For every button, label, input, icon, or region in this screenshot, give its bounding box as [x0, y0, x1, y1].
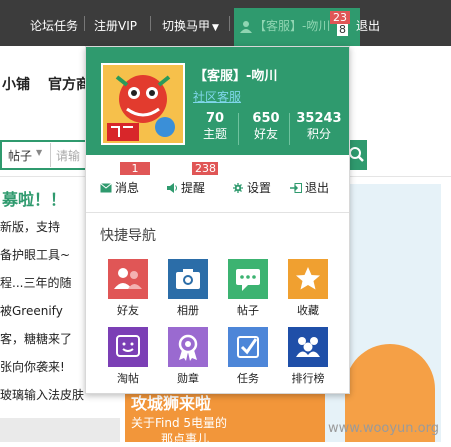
divider	[238, 113, 239, 145]
gear-icon	[233, 183, 243, 193]
tile-label: 排行榜	[291, 372, 325, 385]
stat-friends[interactable]: 650 好友	[241, 111, 291, 142]
search-input[interactable]: 请输	[56, 147, 80, 164]
banner-subtitle: 关于Find 5电量的	[131, 416, 228, 430]
speaker-icon	[167, 183, 177, 193]
tile-label: 勋章	[177, 372, 199, 385]
post-line[interactable]: 新版，支持	[0, 218, 60, 235]
logout-action[interactable]: 退出	[290, 179, 329, 196]
tile-label: 相册	[177, 304, 199, 317]
envelope-icon	[100, 183, 112, 193]
messages-action[interactable]: 消息	[100, 179, 139, 196]
footer-strip	[0, 418, 120, 442]
register-vip-link[interactable]: 注册VIP	[94, 17, 137, 34]
divider	[50, 143, 51, 167]
tasks-tile[interactable]	[228, 327, 268, 367]
album-tile[interactable]	[168, 259, 208, 299]
watermark: www.wooyun.org	[327, 421, 439, 436]
alert-badge: 238	[192, 162, 218, 175]
people-icon	[296, 337, 320, 357]
avatar[interactable]	[101, 63, 185, 145]
settings-action[interactable]: 设置	[232, 179, 271, 196]
tile-label: 收藏	[297, 304, 319, 317]
logout-label: 退出	[305, 181, 330, 195]
dragon-avatar-image	[103, 65, 183, 143]
tile-label: 任务	[237, 372, 259, 385]
stat-topics[interactable]: 70 主题	[190, 111, 240, 142]
user-icon	[240, 21, 252, 33]
message-count-badge: 8	[337, 23, 348, 36]
divider	[84, 16, 85, 31]
chat-bubble-icon	[236, 269, 260, 291]
tile-label: 淘帖	[117, 372, 139, 385]
profile-header: 【客服】-吻川 社区客服 70 主题 650 好友 35243 积分	[86, 47, 349, 155]
logout-link[interactable]: 退出	[356, 17, 380, 34]
post-line[interactable]: 张向你袭来!	[0, 358, 65, 375]
headline: 募啦！！	[2, 190, 67, 209]
settings-label: 设置	[247, 181, 272, 195]
divider	[289, 113, 290, 145]
switch-account-link[interactable]: 切换马甲 ▼	[162, 17, 219, 34]
quick-nav-title: 快捷导航	[100, 228, 156, 244]
stat-value: 70	[205, 111, 225, 126]
tile-label: 帖子	[237, 304, 259, 317]
post-line[interactable]: 客，糖糖来了	[0, 330, 72, 347]
logout-icon	[290, 183, 302, 193]
chevron-down-icon: ▼	[212, 23, 219, 33]
divider	[150, 16, 151, 31]
profile-group-link[interactable]: 社区客服	[193, 88, 241, 105]
post-line[interactable]: 备护眼工具~	[0, 246, 70, 263]
favorites-tile[interactable]	[288, 259, 328, 299]
profile-name: 【客服】-吻川	[194, 69, 278, 84]
search-box: 帖子 ▼ 请输	[0, 140, 88, 170]
tile-label: 好友	[117, 304, 139, 317]
medals-tile[interactable]	[168, 327, 208, 367]
checklist-icon	[237, 336, 259, 358]
stat-points[interactable]: 35243 积分	[291, 111, 347, 142]
quick-actions: 1 238 消息 提醒 设置 退出	[86, 155, 349, 210]
top-bar: 论坛任务 注册VIP 切换马甲 ▼ 【客服】-吻川 23 8 退出	[0, 0, 451, 46]
messages-label: 消息	[115, 181, 140, 195]
topbar-username: 【客服】-吻川	[254, 19, 331, 33]
divider	[86, 212, 349, 213]
smile-bubble-icon	[116, 335, 140, 357]
posts-tile[interactable]	[228, 259, 268, 299]
medal-icon	[178, 334, 198, 361]
star-icon	[296, 267, 320, 290]
nav-shop-link[interactable]: 小铺	[2, 74, 30, 94]
post-line[interactable]: 程...三年的随	[0, 274, 71, 291]
switch-account-label: 切换马甲	[162, 19, 211, 33]
ranking-tile[interactable]	[288, 327, 328, 367]
alerts-action[interactable]: 提醒	[166, 179, 205, 196]
camera-icon	[176, 269, 200, 289]
friends-icon	[114, 268, 142, 289]
stat-label: 主题	[202, 127, 227, 141]
divider	[229, 16, 230, 31]
taotie-tile[interactable]	[108, 327, 148, 367]
stat-label: 好友	[253, 127, 278, 141]
stat-value: 650	[252, 111, 280, 126]
nav-official-link[interactable]: 官方商	[48, 74, 90, 94]
friends-tile[interactable]	[108, 259, 148, 299]
forum-tasks-link[interactable]: 论坛任务	[30, 17, 78, 34]
alerts-label: 提醒	[181, 181, 206, 195]
user-dropdown-panel: 【客服】-吻川 社区客服 70 主题 650 好友 35243 积分 1 238…	[85, 46, 350, 394]
chevron-down-icon: ▼	[36, 148, 43, 157]
stat-value: 35243	[296, 111, 342, 126]
post-line[interactable]: 被Greenify	[0, 302, 63, 319]
search-type-select[interactable]: 帖子	[8, 147, 32, 164]
post-line[interactable]: 玻璃输入法皮肤	[0, 386, 84, 403]
banner-subtitle-2: 那点事儿	[161, 432, 210, 446]
stat-label: 积分	[306, 127, 331, 141]
message-badge: 1	[120, 162, 150, 175]
